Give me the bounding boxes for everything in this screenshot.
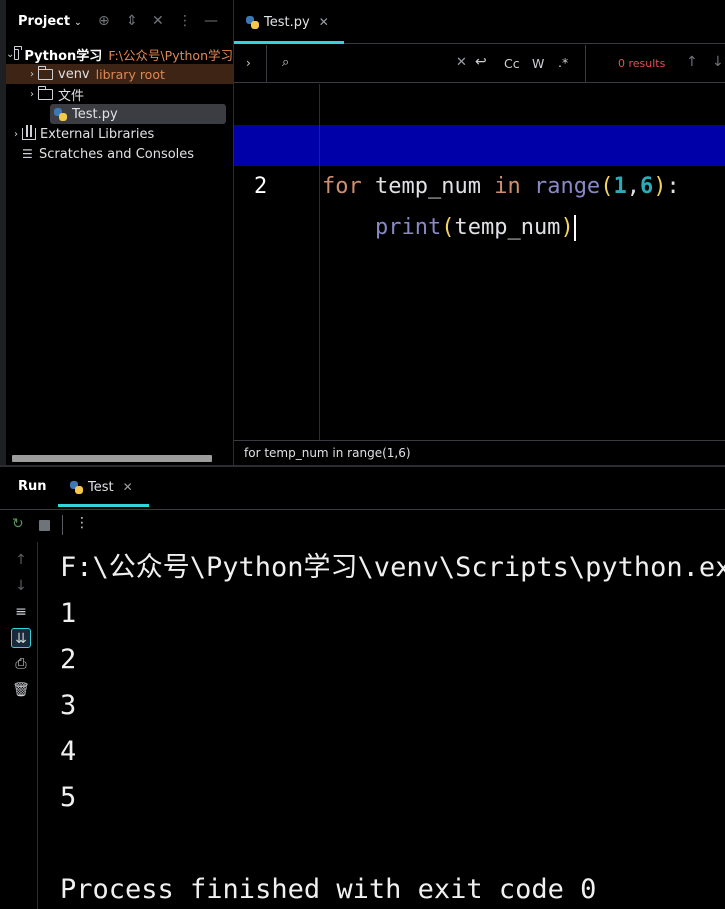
new-line-icon[interactable]: ↩ bbox=[475, 54, 487, 70]
more-options-icon[interactable]: ⋮ bbox=[75, 515, 89, 531]
console-output[interactable]: F:\公众号\Python学习\venv\Scripts\python.exe … bbox=[60, 545, 725, 909]
trash-icon[interactable]: 🗑 bbox=[11, 680, 31, 700]
find-results-count: 0 results bbox=[618, 57, 666, 70]
run-panel-title: Run bbox=[18, 479, 47, 494]
soft-wrap-icon[interactable]: ≡ bbox=[11, 602, 31, 622]
run-toolbar: ↻ ⋮ bbox=[0, 509, 725, 539]
divider bbox=[62, 515, 63, 535]
console-line: F:\公众号\Python学习\venv\Scripts\python.exe bbox=[60, 552, 725, 583]
folder-icon bbox=[38, 65, 53, 80]
project-title: Project bbox=[18, 14, 71, 29]
run-side-toolbar: ↑ ↓ ≡ ⇊ ⎙ 🗑 bbox=[0, 542, 38, 909]
tree-item-external-libraries[interactable]: › External Libraries bbox=[6, 124, 233, 144]
print-icon[interactable]: ⎙ bbox=[11, 654, 31, 674]
editor-tab-bar: Test.py ✕ bbox=[234, 0, 725, 44]
divider bbox=[585, 45, 586, 83]
tree-item-label: venv bbox=[58, 66, 90, 82]
project-panel: Project ⌄ ⊕ ⇕ ✕ ⋮ — ⌄ Python学习 F:\公众号\Pyt… bbox=[0, 0, 233, 465]
project-panel-header: Project ⌄ ⊕ ⇕ ✕ ⋮ — bbox=[6, 0, 233, 44]
library-icon bbox=[22, 125, 36, 140]
match-case-toggle[interactable]: Cc bbox=[504, 56, 520, 71]
code-line-current[interactable]: 2 print(temp_num) bbox=[234, 125, 725, 241]
chevron-right-icon[interactable]: › bbox=[246, 56, 251, 70]
gutter-divider bbox=[319, 84, 320, 440]
whole-words-toggle[interactable]: W bbox=[532, 56, 544, 71]
text-caret bbox=[573, 215, 576, 241]
tree-item-project-root[interactable]: ⌄ Python学习 F:\公众号\Python学习 bbox=[6, 44, 233, 64]
chevron-right-icon[interactable]: › bbox=[10, 129, 22, 140]
code-text: print(temp_num) bbox=[374, 215, 576, 241]
console-line: Process finished with exit code 0 bbox=[60, 874, 597, 905]
regex-toggle[interactable]: .* bbox=[558, 55, 568, 70]
close-icon[interactable]: ✕ bbox=[123, 480, 133, 494]
horizontal-scrollbar[interactable] bbox=[12, 455, 212, 462]
project-view-selector[interactable]: Project ⌄ bbox=[18, 14, 82, 29]
clear-icon[interactable]: ✕ bbox=[456, 55, 467, 70]
arrow-up-icon[interactable]: ↑ bbox=[11, 550, 31, 570]
collapse-all-icon[interactable]: ✕ bbox=[152, 13, 164, 29]
stop-icon[interactable] bbox=[39, 520, 50, 531]
arrow-down-icon[interactable]: ↓ bbox=[11, 576, 31, 596]
python-file-icon bbox=[54, 107, 67, 121]
search-icon[interactable]: ⌕ bbox=[282, 55, 289, 70]
arrow-up-icon[interactable]: ↑ bbox=[686, 54, 698, 70]
console-line: 2 bbox=[60, 644, 77, 675]
arrow-down-icon[interactable]: ↓ bbox=[712, 54, 724, 70]
chevron-down-icon[interactable]: ⌄ bbox=[6, 49, 14, 60]
tree-item-label: Scratches and Consoles bbox=[39, 146, 195, 162]
tree-item-folder[interactable]: › 文件 bbox=[6, 84, 233, 104]
tree-item-test-py[interactable]: Test.py bbox=[50, 104, 226, 124]
folder-icon bbox=[38, 85, 53, 100]
breadcrumb[interactable]: for temp_num in range(1,6) bbox=[234, 440, 725, 465]
chevron-right-icon[interactable]: › bbox=[26, 69, 38, 80]
run-panel: Run Test ✕ ↻ ⋮ ↑ ↓ ≡ ⇊ ⎙ 🗑 F:\公众号\Python… bbox=[0, 465, 725, 909]
console-line: 5 bbox=[60, 782, 77, 813]
code-area[interactable]: 1 for temp_num in range(1,6): 2 print(te… bbox=[234, 84, 725, 440]
hide-icon[interactable]: — bbox=[204, 13, 218, 29]
code-line[interactable]: 1 for temp_num in range(1,6): bbox=[234, 84, 725, 199]
tab-label: Test.py bbox=[264, 14, 310, 30]
console-line: 1 bbox=[60, 598, 77, 629]
options-icon[interactable]: ⋮ bbox=[178, 13, 192, 29]
close-icon[interactable]: ✕ bbox=[319, 15, 329, 29]
tree-item-label: 文件 bbox=[58, 88, 85, 104]
tab-run-test[interactable]: Test ✕ bbox=[58, 467, 149, 507]
line-number: 2 bbox=[254, 174, 268, 199]
python-file-icon bbox=[246, 15, 259, 29]
library-root-hint: library root bbox=[95, 66, 165, 82]
tab-label: Test bbox=[88, 479, 114, 495]
locate-icon[interactable]: ⊕ bbox=[98, 13, 110, 29]
chevron-down-icon: ⌄ bbox=[74, 18, 82, 28]
console-line: 3 bbox=[60, 690, 77, 721]
python-file-icon bbox=[70, 480, 83, 494]
run-panel-header: Run Test ✕ bbox=[0, 467, 725, 507]
tree-item-label: External Libraries bbox=[40, 126, 155, 142]
console-line: 4 bbox=[60, 736, 77, 767]
tree-item-venv[interactable]: › venv library root bbox=[6, 64, 233, 84]
find-bar: › ⌕ ✕ ↩ Cc W .* 0 results ↑ ↓ bbox=[234, 45, 725, 83]
scratches-icon: ☰ bbox=[22, 147, 33, 161]
tree-item-scratches[interactable]: ☰ Scratches and Consoles bbox=[6, 144, 233, 164]
expand-all-icon[interactable]: ⇕ bbox=[126, 13, 138, 29]
tree-item-path: F:\公众号\Python学习 bbox=[108, 47, 233, 63]
scroll-to-end-icon[interactable]: ⇊ bbox=[11, 628, 31, 648]
tree-item-label: Python学习 bbox=[24, 48, 103, 64]
code-text: for temp_num in range(1,6): bbox=[322, 174, 680, 199]
rerun-icon[interactable]: ↻ bbox=[12, 516, 24, 532]
folder-icon bbox=[14, 45, 23, 60]
divider bbox=[266, 45, 267, 83]
chevron-right-icon[interactable]: › bbox=[26, 89, 38, 100]
editor: Test.py ✕ › ⌕ ✕ ↩ Cc W .* 0 results ↑ ↓ … bbox=[233, 0, 725, 465]
tab-test-py[interactable]: Test.py ✕ bbox=[234, 0, 344, 44]
tree-item-label: Test.py bbox=[72, 106, 118, 122]
